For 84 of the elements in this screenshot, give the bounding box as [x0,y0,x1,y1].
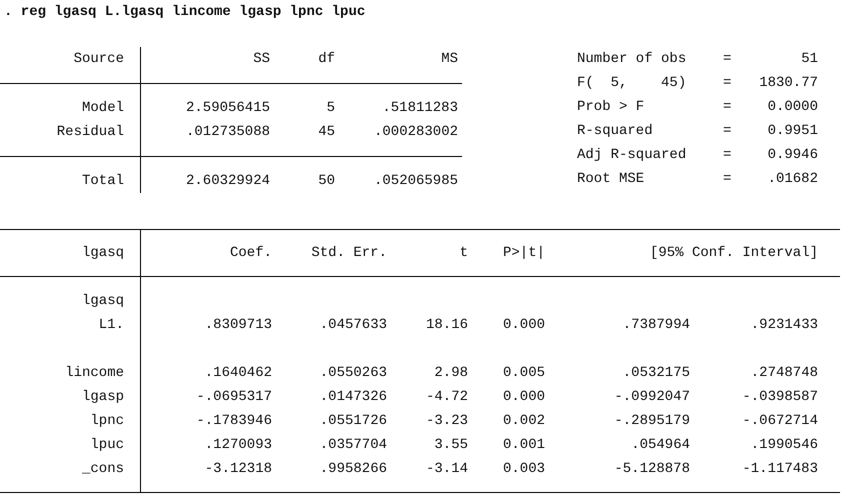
table-cell: 2.98 [434,364,468,380]
column-header: [95% Conf. Interval] [650,244,818,260]
table-cell: .0357704 [320,436,387,452]
column-header: MS [441,50,458,66]
stat-label: Number of obs [577,50,686,66]
row-label: lpuc [90,436,124,454]
table-cell: -5.128878 [614,460,690,476]
table-cell: 2.59056415 [186,100,270,116]
table-cell: .0532175 [622,364,690,380]
column-header: lgasq [82,244,124,262]
table-cell: .51811283 [382,100,458,116]
row-label: Model [82,98,124,118]
table-cell: -.0672714 [742,412,818,428]
table-cell: -.1783946 [196,412,272,428]
row-label: lgasp [82,388,124,406]
table-cell: -1.117483 [742,460,818,476]
table-cell: .2748748 [750,364,818,380]
stat-value: 0.0000 [768,98,818,114]
table-cell: 0.000 [503,388,546,404]
column-header: df [318,50,335,66]
equals-sign: = [723,98,732,114]
table-cell: 0.002 [503,412,546,428]
equals-sign: = [723,122,732,138]
table-cell: .1990546 [750,436,818,452]
table-cell: 0.003 [503,460,546,476]
table-cell: .1270093 [204,436,272,452]
column-header: SS [253,50,270,66]
command-line: . reg lgasq L.lgasq lincome lgasp lpnc lpuc [4,2,366,22]
stat-label: R-squared [577,122,653,138]
equals-sign: = [723,50,732,66]
table-cell: -3.12318 [204,460,272,476]
column-header: P>|t| [503,244,546,260]
table-cell: 45 [318,124,335,140]
stat-value: 51 [801,50,818,66]
table-cell: 2.60329924 [186,172,270,188]
stat-label: Adj R-squared [577,146,686,162]
table-cell: .0147326 [320,388,387,404]
stat-value: .01682 [768,170,818,186]
table-cell: -.0992047 [614,388,690,404]
stat-value: 1830.77 [759,74,818,90]
stat-value: 0.9951 [768,122,818,138]
table-cell: .9958266 [320,460,387,476]
table-cell: -.2895179 [614,412,690,428]
equals-sign: = [723,146,732,162]
table-cell: .052065985 [374,172,458,188]
table-cell: .012735088 [186,124,270,140]
table-cell: .054964 [631,436,690,452]
stat-value: 0.9946 [768,146,818,162]
row-label: Residual [56,122,124,142]
table-cell: -3.14 [426,460,468,476]
table-cell: -.0695317 [196,388,272,404]
table-cell: .9231433 [750,316,818,332]
equals-sign: = [723,74,732,90]
stat-label: Root MSE [577,170,644,186]
equals-sign: = [723,170,732,186]
table-cell: .1640462 [204,364,272,380]
table-cell: .0457633 [320,316,387,332]
row-label: lincome [65,364,124,382]
row-label: lgasq [82,292,124,310]
column-header: Source [74,50,124,68]
table-cell: .0550263 [320,364,387,380]
row-label: L1. [98,316,124,334]
table-cell: .7387994 [622,316,690,332]
table-cell: .8309713 [204,316,272,332]
table-cell: 0.000 [503,316,546,332]
table-cell: -.0398587 [742,388,818,404]
row-label: _cons [82,460,124,478]
stat-label: Prob > F [577,98,644,114]
table-cell: -4.72 [426,388,468,404]
table-cell: 0.005 [503,364,546,380]
table-cell: .000283002 [374,124,458,140]
row-label: lpnc [90,412,124,430]
column-header: Std. Err. [311,244,387,260]
table-cell: .0551726 [320,412,387,428]
table-cell: 3.55 [434,436,468,452]
table-cell: 50 [318,172,335,188]
column-header: t [460,244,468,260]
stat-label: F( 5, 45) [577,74,686,90]
table-cell: 5 [326,100,335,116]
row-label: Total [82,172,124,190]
table-cell: -3.23 [426,412,468,428]
table-cell: 18.16 [426,316,468,332]
column-header: Coef. [230,244,272,260]
table-cell: 0.001 [503,436,546,452]
